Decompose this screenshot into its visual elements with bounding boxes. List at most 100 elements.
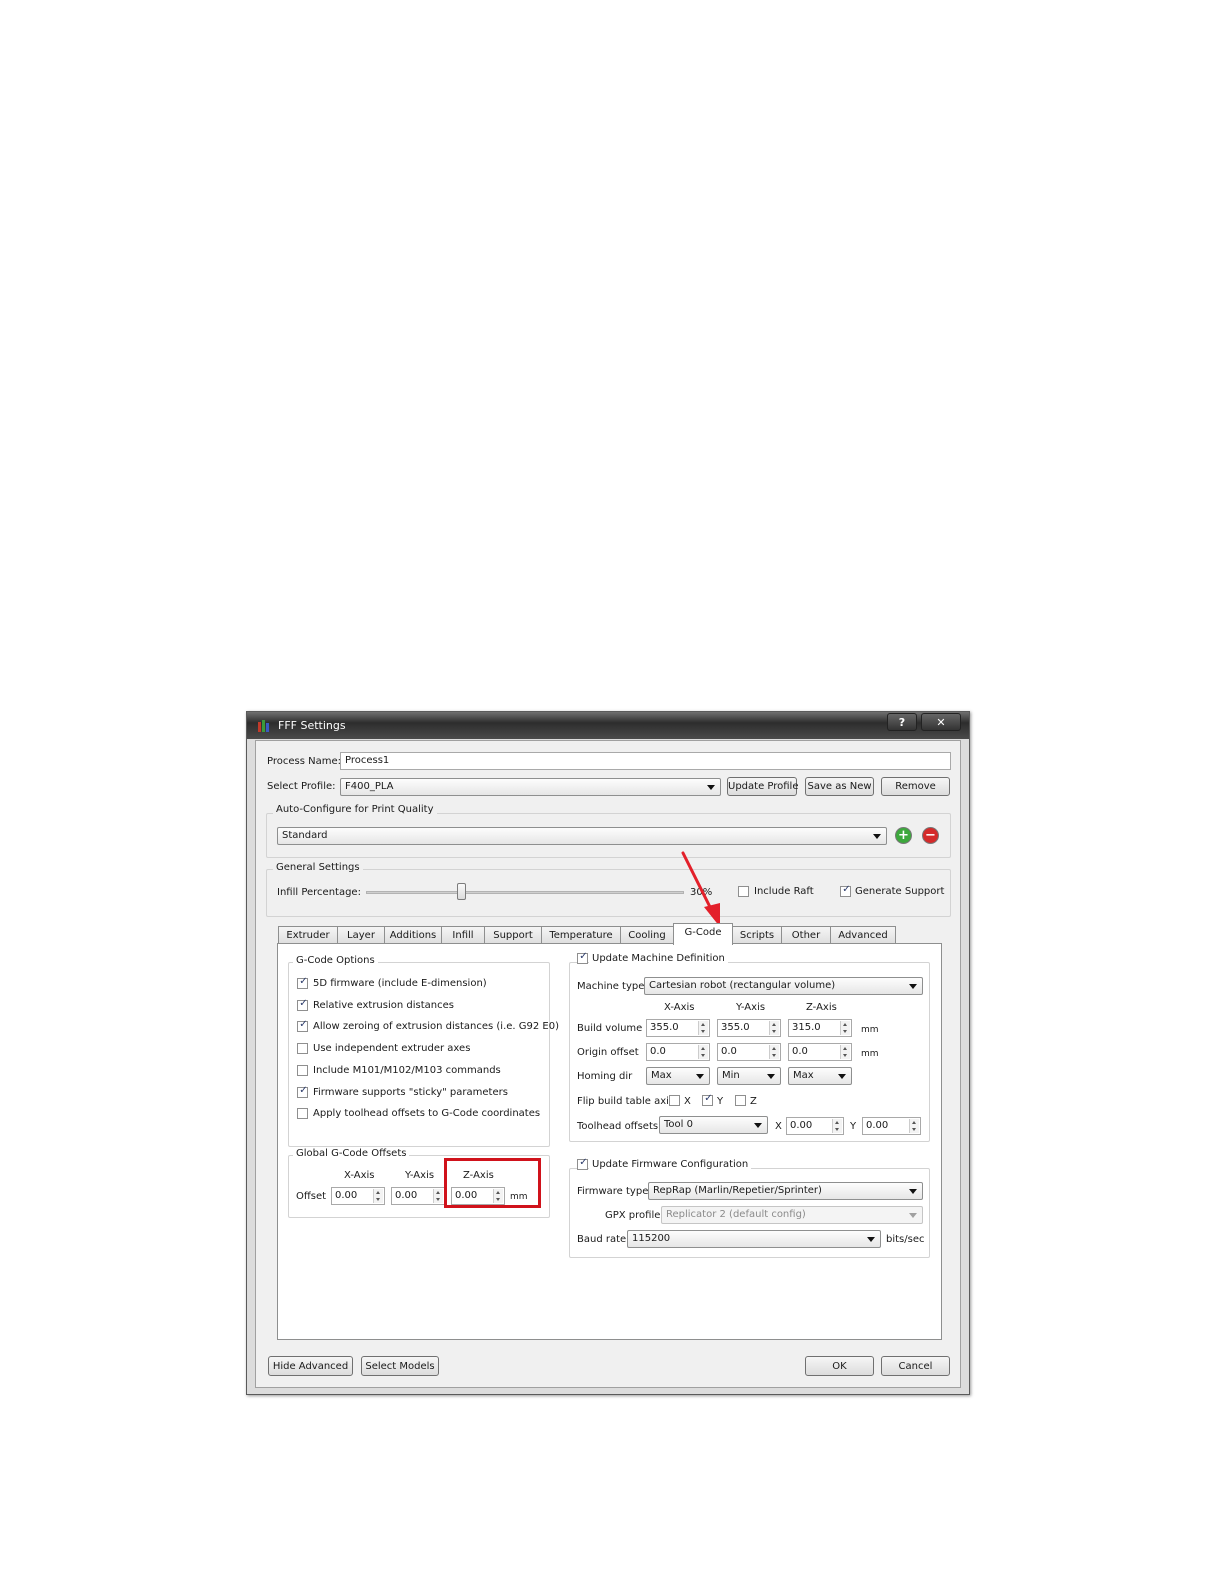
- chevron-down-icon: [696, 1074, 704, 1079]
- tab-advanced[interactable]: Advanced: [830, 926, 896, 944]
- gcode-option-checkbox[interactable]: ✓: [297, 998, 308, 1011]
- homing-z-value: Max: [793, 1070, 814, 1081]
- chevron-down-icon: [867, 1237, 875, 1242]
- general-settings-title: General Settings: [273, 862, 363, 874]
- checkmark-icon: ✓: [299, 976, 308, 987]
- update-machine-checkbox[interactable]: ✓: [577, 951, 588, 964]
- build-volume-x-input[interactable]: 355.0: [646, 1019, 710, 1037]
- select-models-button[interactable]: Select Models: [361, 1356, 439, 1376]
- flip-y-checkbox[interactable]: ✓: [702, 1093, 713, 1106]
- chevron-down-icon: [909, 984, 917, 989]
- spin-arrows-icon[interactable]: [373, 1189, 383, 1203]
- cancel-button[interactable]: Cancel: [881, 1356, 950, 1376]
- gcode-option-label: Relative extrusion distances: [313, 1000, 454, 1011]
- gcode-option-checkbox[interactable]: ✓: [297, 976, 308, 989]
- flip-z-checkbox[interactable]: [735, 1095, 746, 1106]
- tab-additions[interactable]: Additions: [384, 926, 442, 944]
- homing-z-select[interactable]: Max: [788, 1067, 852, 1085]
- gcode-tab-panel: G-Code Options ✓ 5D firmware (include E-d…: [277, 943, 942, 1340]
- save-as-new-button[interactable]: Save as New: [805, 777, 874, 796]
- machine-type-label: Machine type: [577, 981, 645, 992]
- toolhead-select[interactable]: Tool 0: [659, 1116, 768, 1134]
- machine-type-select[interactable]: Cartesian robot (rectangular volume): [644, 977, 923, 995]
- firmware-type-select[interactable]: RepRap (Marlin/Repetier/Sprinter): [648, 1182, 923, 1200]
- infill-slider-track[interactable]: [366, 891, 684, 894]
- spin-arrows-icon[interactable]: [698, 1045, 708, 1059]
- tab-layer[interactable]: Layer: [337, 926, 385, 944]
- remove-quality-icon[interactable]: −: [922, 827, 939, 844]
- tab-support[interactable]: Support: [484, 926, 542, 944]
- spin-arrows-icon[interactable]: [698, 1021, 708, 1035]
- offset-x-input[interactable]: 0.00: [331, 1187, 385, 1205]
- window-title: FFF Settings: [278, 719, 346, 732]
- hide-advanced-button[interactable]: Hide Advanced: [268, 1356, 353, 1376]
- toolhead-y-input[interactable]: 0.00: [862, 1117, 921, 1135]
- settings-tab-bar: Extruder Layer Additions Infill Support Tempe…: [278, 923, 918, 945]
- spin-arrows-icon[interactable]: [769, 1021, 779, 1035]
- build-volume-y-input[interactable]: 355.0: [717, 1019, 781, 1037]
- spin-arrows-icon[interactable]: [840, 1045, 850, 1059]
- toolhead-offsets-label: Toolhead offsets: [577, 1121, 659, 1132]
- spin-arrows-icon[interactable]: [840, 1021, 850, 1035]
- spin-arrows-icon[interactable]: [832, 1119, 842, 1133]
- process-name-label: Process Name:: [267, 756, 341, 767]
- homing-x-select[interactable]: Max: [646, 1067, 710, 1085]
- flip-x-checkbox[interactable]: [669, 1095, 680, 1106]
- close-button[interactable]: ✕: [921, 713, 961, 731]
- origin-offset-x-input[interactable]: 0.0: [646, 1043, 710, 1061]
- tab-scripts[interactable]: Scripts: [732, 926, 782, 944]
- gcode-option-label: Allow zeroing of extrusion distances (i.…: [313, 1021, 559, 1032]
- help-button[interactable]: ?: [887, 713, 917, 731]
- print-quality-select[interactable]: Standard: [277, 827, 887, 845]
- tab-g-code[interactable]: G-Code: [673, 923, 733, 945]
- include-raft-checkbox[interactable]: [738, 886, 749, 897]
- add-quality-icon[interactable]: +: [895, 827, 912, 844]
- chevron-down-icon: [754, 1123, 762, 1128]
- print-quality-value: Standard: [282, 830, 328, 841]
- tab-other[interactable]: Other: [781, 926, 831, 944]
- origin-offset-y-input[interactable]: 0.0: [717, 1043, 781, 1061]
- toolhead-x-label: X: [775, 1121, 782, 1132]
- tab-temperature[interactable]: Temperature: [541, 926, 621, 944]
- gcode-option-label: Include M101/M102/M103 commands: [313, 1065, 501, 1076]
- build-volume-z-input[interactable]: 315.0: [788, 1019, 852, 1037]
- remove-profile-button[interactable]: Remove: [881, 777, 950, 796]
- gcode-option-checkbox[interactable]: ✓: [297, 1085, 308, 1098]
- gcode-option-label: 5D firmware (include E-dimension): [313, 978, 487, 989]
- infill-slider-handle[interactable]: [457, 883, 466, 900]
- update-firmware-checkbox[interactable]: ✓: [577, 1157, 588, 1170]
- checkmark-icon: ✓: [299, 998, 308, 1009]
- origin-offset-z-input[interactable]: 0.0: [788, 1043, 852, 1061]
- homing-y-select[interactable]: Min: [717, 1067, 781, 1085]
- process-name-input[interactable]: Process1: [340, 752, 951, 770]
- tab-extruder[interactable]: Extruder: [278, 926, 338, 944]
- baud-rate-select[interactable]: 115200: [627, 1230, 881, 1248]
- baud-rate-value: 115200: [632, 1233, 671, 1244]
- gcode-option-checkbox[interactable]: [297, 1065, 308, 1076]
- toolhead-x-input[interactable]: 0.00: [786, 1117, 844, 1135]
- gcode-option-checkbox[interactable]: [297, 1043, 308, 1054]
- tab-infill[interactable]: Infill: [441, 926, 485, 944]
- update-profile-button[interactable]: Update Profile: [727, 777, 799, 796]
- title-bar[interactable]: FFF Settings ? ✕: [247, 712, 969, 739]
- update-firmware-title: Update Firmware Configuration: [589, 1159, 752, 1171]
- profile-select[interactable]: F400_PLA: [340, 778, 721, 796]
- gcode-option-checkbox[interactable]: ✓: [297, 1019, 308, 1032]
- gpx-profile-label: GPX profile: [605, 1210, 661, 1221]
- gcode-options-list: ✓ 5D firmware (include E-dimension) ✓ Relat…: [278, 944, 559, 1144]
- offset-y-input[interactable]: 0.00: [391, 1187, 445, 1205]
- tab-cooling[interactable]: Cooling: [620, 926, 674, 944]
- checkmark-icon: ✓: [299, 1085, 308, 1096]
- generate-support-checkbox[interactable]: ✓: [840, 884, 851, 897]
- homing-x-value: Max: [651, 1070, 672, 1081]
- spin-arrows-icon[interactable]: [909, 1119, 919, 1133]
- spin-arrows-icon[interactable]: [769, 1045, 779, 1059]
- spin-arrows-icon[interactable]: [433, 1189, 443, 1203]
- profile-select-value: F400_PLA: [345, 781, 394, 792]
- gcode-option-label: Firmware supports "sticky" parameters: [313, 1087, 508, 1098]
- flip-y-label: Y: [717, 1096, 724, 1107]
- build-volume-label: Build volume: [577, 1023, 643, 1034]
- gcode-option-checkbox[interactable]: [297, 1108, 308, 1119]
- ok-button[interactable]: OK: [805, 1356, 874, 1376]
- auto-configure-title: Auto-Configure for Print Quality: [273, 804, 437, 816]
